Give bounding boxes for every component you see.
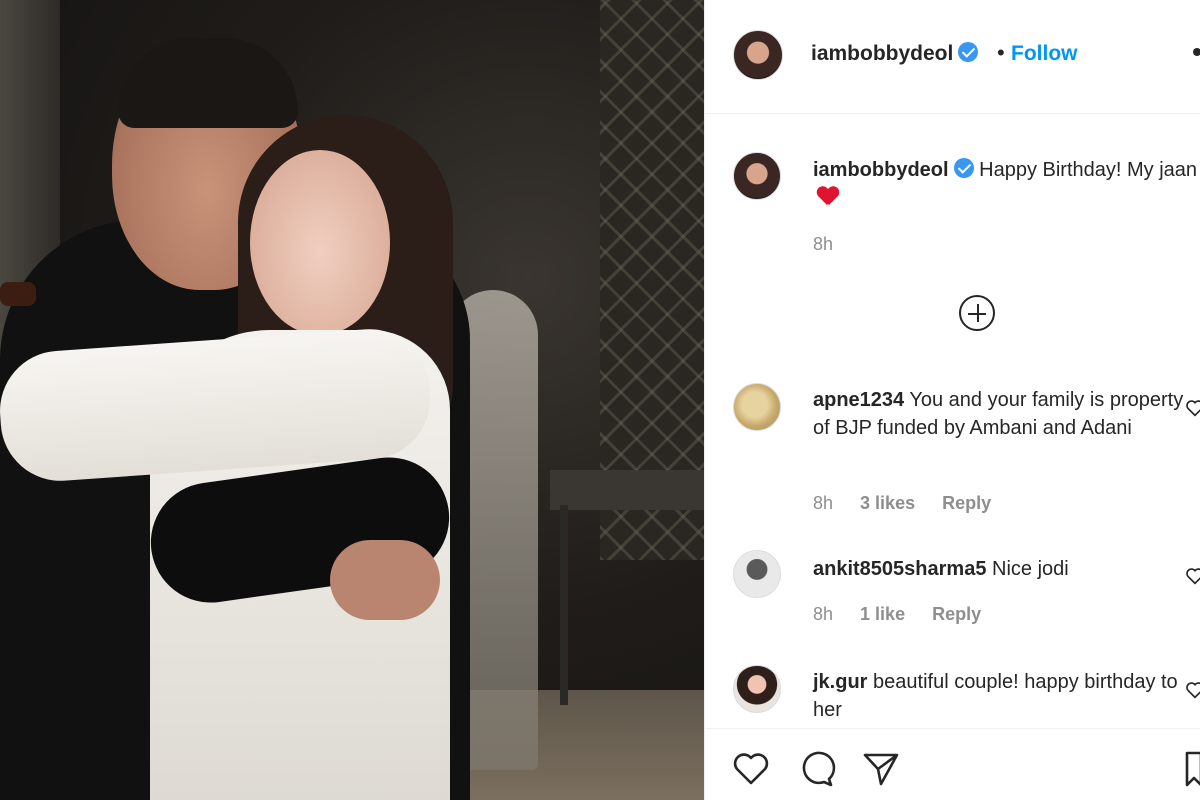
comment-text: beautiful couple! happy birthday to her (813, 671, 1178, 721)
comment-heart-icon[interactable] (1185, 399, 1200, 417)
comment-avatar[interactable] (733, 383, 781, 431)
comment-heart-icon[interactable] (1185, 681, 1200, 699)
author-username[interactable]: iambobbydeol (811, 42, 953, 65)
post-photo[interactable] (0, 0, 704, 800)
comment-heart-icon[interactable] (1185, 567, 1200, 585)
comment-likes[interactable]: 1 like (860, 604, 905, 624)
comment-reply-button[interactable]: Reply (932, 604, 981, 624)
caption-text-block: iambobbydeol Happy Birthday! My jaan (813, 156, 1199, 212)
caption-time[interactable]: 8h (813, 234, 833, 254)
comment-likes[interactable]: 3 likes (860, 493, 915, 513)
photo-woman-face (250, 150, 390, 335)
follow-button[interactable]: Follow (1011, 42, 1078, 66)
comment-text-block: ankit8505sharma5 Nice jodi (813, 555, 1199, 583)
red-heart-emoji-icon (817, 187, 839, 207)
more-options-icon[interactable] (1193, 48, 1200, 56)
photo-table-leg (560, 505, 568, 705)
comment-text: Nice jodi (992, 558, 1069, 580)
post-action-bar (705, 728, 1200, 800)
bookmark-icon[interactable] (1185, 749, 1200, 789)
heart-icon[interactable] (731, 749, 771, 789)
photo-hand (330, 540, 440, 620)
share-icon[interactable] (861, 749, 901, 789)
post-header: iambobbydeol • Follow (705, 0, 1200, 114)
caption-text: Happy Birthday! My jaan (979, 159, 1198, 181)
comment-icon[interactable] (796, 749, 836, 789)
post-side-panel: iambobbydeol • Follow iambobbydeol Happy… (704, 0, 1200, 800)
caption-meta: 8h (813, 234, 855, 255)
comment-time[interactable]: 8h (813, 493, 833, 513)
author-avatar[interactable] (733, 30, 783, 80)
comment-meta: 8h 3 likes Reply (813, 493, 1013, 514)
caption-avatar[interactable] (733, 152, 781, 200)
comment-time[interactable]: 8h (813, 604, 833, 624)
comment-reply-button[interactable]: Reply (942, 493, 991, 513)
comment-meta: 8h 1 like Reply (813, 604, 1003, 625)
comments-scroll-area[interactable]: iambobbydeol Happy Birthday! My jaan 8h … (705, 115, 1200, 728)
comment-text-block: apne1234 You and your family is property… (813, 386, 1199, 442)
comment-avatar[interactable] (733, 665, 781, 713)
comment-username[interactable]: ankit8505sharma5 (813, 558, 986, 580)
header-separator: • (997, 40, 1005, 65)
author-username-row: iambobbydeol (811, 42, 979, 66)
caption-username[interactable]: iambobbydeol (813, 159, 949, 181)
photo-man-hair (118, 38, 298, 128)
comment-username[interactable]: jk.gur (813, 671, 867, 693)
photo-table (550, 470, 704, 510)
comment-username[interactable]: apne1234 (813, 389, 904, 411)
comment-text-block: jk.gur beautiful couple! happy birthday … (813, 668, 1199, 724)
load-more-comments-icon[interactable] (959, 295, 995, 331)
verified-badge-icon (953, 158, 974, 178)
verified-badge-icon (958, 42, 979, 62)
photo-bracelet (0, 282, 36, 306)
comment-avatar[interactable] (733, 550, 781, 598)
